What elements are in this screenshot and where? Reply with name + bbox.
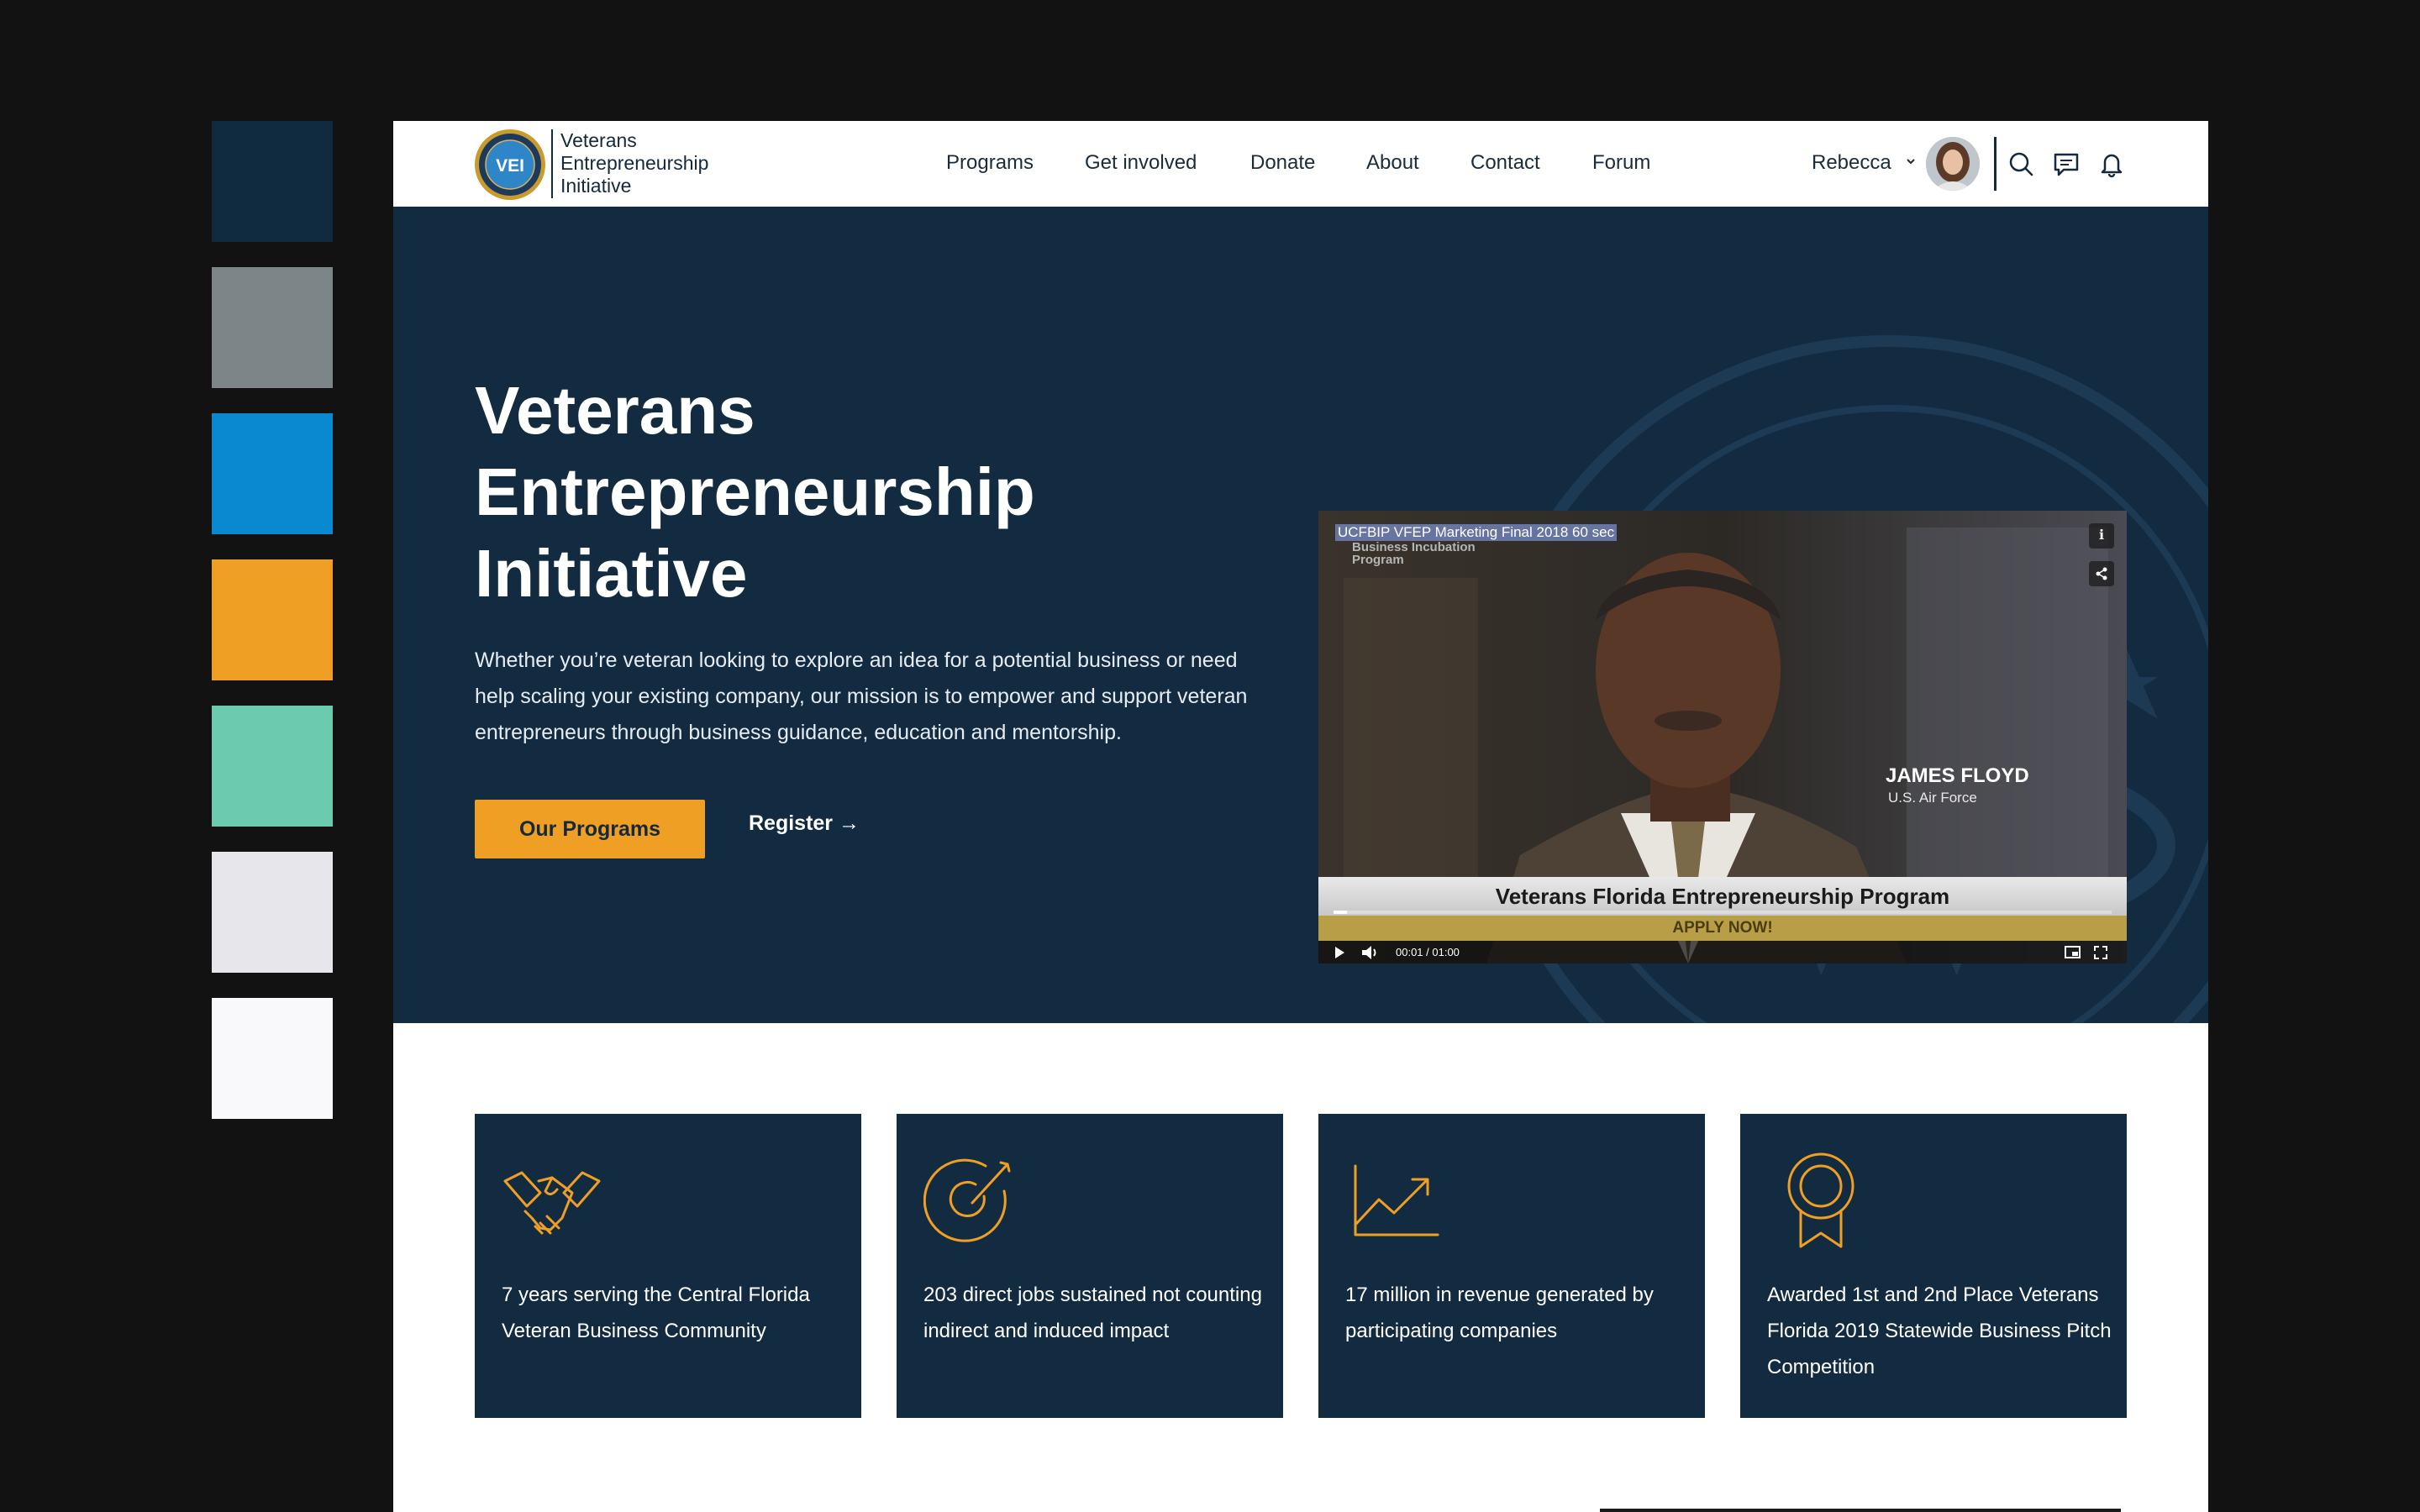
website-page: VEI Veterans Entrepreneurship Initiative… xyxy=(393,121,2208,1512)
logo-badge-text: VEI xyxy=(496,156,524,176)
video-player[interactable]: UCFBIP VFEP Marketing Final 2018 60 sec … xyxy=(1318,511,2127,963)
info-icon[interactable]: ℹ xyxy=(2089,523,2114,549)
stat-card: 203 direct jobs sustained not counting i… xyxy=(897,1114,1283,1418)
video-progress-fill xyxy=(1334,911,1347,914)
swatch-mint xyxy=(212,706,333,827)
video-apply-cta: APPLY NOW! xyxy=(1318,916,2127,941)
stat-text: 17 million in revenue generated by parti… xyxy=(1345,1284,1654,1342)
chat-icon[interactable] xyxy=(2052,150,2081,178)
bell-icon[interactable] xyxy=(2097,150,2126,178)
site-header: VEI Veterans Entrepreneurship Initiative… xyxy=(393,121,2208,207)
stat-card: Awarded 1st and 2nd Place Veterans Flori… xyxy=(1740,1114,2127,1418)
video-title: UCFBIP VFEP Marketing Final 2018 60 sec xyxy=(1335,524,1618,541)
nav-donate[interactable]: Donate xyxy=(1250,151,1315,175)
logo-seal[interactable]: VEI xyxy=(474,129,546,201)
speaker-name: JAMES FLOYD xyxy=(1886,764,2029,787)
header-divider xyxy=(1994,137,1996,191)
miniplayer-icon[interactable] xyxy=(2065,945,2081,960)
hero-description: Whether you’re veteran looking to explor… xyxy=(475,648,1248,744)
swatch-gray xyxy=(212,267,333,388)
video-progress-bar[interactable] xyxy=(1334,911,2112,914)
hero-section: Veterans Entrepreneurship Initiative Whe… xyxy=(393,207,2208,1023)
nav-get-involved[interactable]: Get involved xyxy=(1085,151,1197,175)
nav-about[interactable]: About xyxy=(1366,151,1419,175)
speaker-role: U.S. Air Force xyxy=(1888,790,1977,806)
logo-divider xyxy=(551,129,553,198)
swatch-orange xyxy=(212,559,333,680)
hero-title-line: Entrepreneurship xyxy=(475,454,1035,529)
nav-programs[interactable]: Programs xyxy=(946,151,1034,175)
nav-contact[interactable]: Contact xyxy=(1470,151,1540,175)
share-icon[interactable] xyxy=(2089,561,2114,586)
avatar[interactable] xyxy=(1926,137,1980,191)
our-programs-button[interactable]: Our Programs xyxy=(475,800,705,858)
stat-card: 7 years serving the Central Florida Vete… xyxy=(475,1114,861,1418)
swatch-off-white xyxy=(212,998,333,1119)
logo-line: Entrepreneurship xyxy=(560,152,709,174)
hero-title-line: Veterans xyxy=(475,373,755,448)
video-brand-line: Program xyxy=(1352,553,1404,567)
next-section-edge xyxy=(1600,1509,2121,1512)
hero-title: Veterans Entrepreneurship Initiative xyxy=(475,370,1080,614)
search-icon[interactable] xyxy=(2007,150,2035,178)
stat-text: 203 direct jobs sustained not counting i… xyxy=(923,1284,1262,1342)
target-icon xyxy=(923,1158,1011,1242)
swatch-navy xyxy=(212,121,333,242)
growth-chart-icon xyxy=(1354,1164,1439,1236)
register-link[interactable]: Register → xyxy=(749,811,860,836)
award-ribbon-icon xyxy=(1787,1152,1854,1248)
logo-line: Initiative xyxy=(560,175,632,197)
stat-text: 7 years serving the Central Florida Vete… xyxy=(502,1284,810,1342)
volume-icon[interactable] xyxy=(1360,944,1381,961)
logo-line: Veterans xyxy=(560,129,637,151)
handshake-icon xyxy=(503,1171,601,1235)
video-brand-overlay: Business Incubation Program xyxy=(1352,541,1476,566)
chevron-down-icon[interactable] xyxy=(1902,153,1919,170)
fullscreen-icon[interactable] xyxy=(2093,945,2108,960)
stat-text: Awarded 1st and 2nd Place Veterans Flori… xyxy=(1767,1284,2112,1378)
video-time: 00:01 / 01:00 xyxy=(1396,946,1460,958)
swatch-light-gray xyxy=(212,852,333,973)
user-menu[interactable]: Rebecca xyxy=(1812,151,1891,175)
nav-forum[interactable]: Forum xyxy=(1592,151,1650,175)
stat-card: 17 million in revenue generated by parti… xyxy=(1318,1114,1705,1418)
swatch-blue xyxy=(212,413,333,534)
video-brand-line: Business Incubation xyxy=(1352,540,1476,554)
play-icon[interactable] xyxy=(1332,945,1347,960)
logo-wordmark[interactable]: Veterans Entrepreneurship Initiative xyxy=(560,129,729,197)
hero-title-line: Initiative xyxy=(475,536,748,611)
